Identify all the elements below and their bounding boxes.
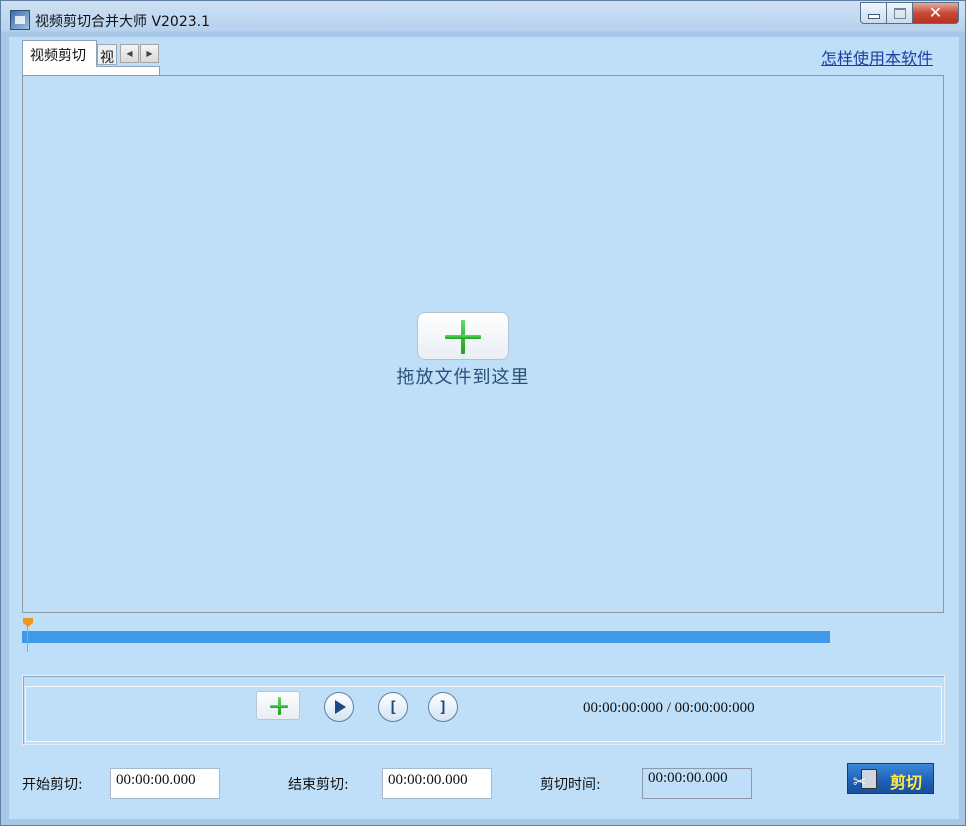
maximize-button[interactable] — [887, 2, 913, 24]
tab-scroll-left-button[interactable]: ◀ — [120, 44, 139, 63]
tab-video-merge[interactable]: 视 — [97, 44, 117, 65]
title-bar[interactable]: 视频剪切合并大师 V2023.1 ✕ — [1, 1, 965, 33]
scissors-film-icon: ✂ — [853, 768, 881, 791]
time-readout: 00:00:00:000 / 00:00:00:000 — [583, 700, 755, 716]
drop-hint-text: 拖放文件到这里 — [396, 367, 530, 388]
cut-button-label: 剪切 — [890, 773, 923, 792]
tab-video-cut[interactable]: 视频剪切 — [22, 40, 97, 67]
timeline-track[interactable] — [22, 631, 830, 643]
start-cut-label: 开始剪切: — [22, 777, 83, 793]
cut-settings-row: 开始剪切: 00:00:00.000 结束剪切: 00:00:00.000 剪切… — [9, 763, 959, 803]
timeline-slider[interactable] — [22, 618, 832, 654]
add-file-button[interactable] — [417, 312, 509, 360]
duration-label: 剪切时间: — [540, 777, 601, 793]
start-cut-input[interactable]: 00:00:00.000 — [110, 768, 220, 799]
add-file-icon — [445, 320, 481, 354]
video-drop-zone[interactable]: 拖放文件到这里 — [22, 75, 944, 613]
app-icon — [10, 10, 30, 30]
playhead-line — [27, 626, 28, 652]
mark-out-button[interactable]: ] — [428, 692, 458, 722]
window-controls: ✕ — [860, 2, 959, 24]
end-cut-input[interactable]: 00:00:00.000 — [382, 768, 492, 799]
window-title: 视频剪切合并大师 V2023.1 — [35, 14, 211, 30]
playhead-handle[interactable] — [23, 618, 33, 627]
play-button[interactable] — [324, 692, 354, 722]
maximize-icon — [893, 7, 906, 19]
mark-in-button[interactable]: [ — [378, 692, 408, 722]
playback-controls: [ ] 00:00:00:000 / 00:00:00:000 — [22, 675, 945, 745]
minimize-button[interactable] — [860, 2, 887, 24]
controls-frame — [25, 686, 942, 742]
close-button[interactable]: ✕ — [913, 2, 959, 24]
minimize-icon — [867, 14, 880, 19]
mark-in-icon: [ — [388, 698, 398, 716]
add-icon — [270, 697, 288, 715]
add-video-button[interactable] — [256, 691, 300, 720]
tab-scroll-right-button[interactable]: ▶ — [140, 44, 159, 63]
cut-button[interactable]: ✂ 剪切 — [847, 763, 934, 794]
client-area: 视频剪切 视 ◀ ▶ 怎样使用本软件 拖放文件到这里 [] 00:00:00:… — [9, 37, 959, 819]
help-link[interactable]: 怎样使用本软件 — [821, 45, 933, 69]
play-icon — [335, 700, 346, 714]
end-cut-label: 结束剪切: — [288, 777, 349, 793]
close-icon: ✕ — [928, 3, 943, 22]
app-window: 视频剪切合并大师 V2023.1 ✕ 视频剪切 视 ◀ ▶ 怎样使用本软件 拖放… — [0, 0, 966, 826]
duration-field: 00:00:00.000 — [642, 768, 752, 799]
tab-strip: 视频剪切 视 ◀ ▶ — [22, 40, 160, 76]
mark-out-icon: ] — [438, 698, 448, 716]
